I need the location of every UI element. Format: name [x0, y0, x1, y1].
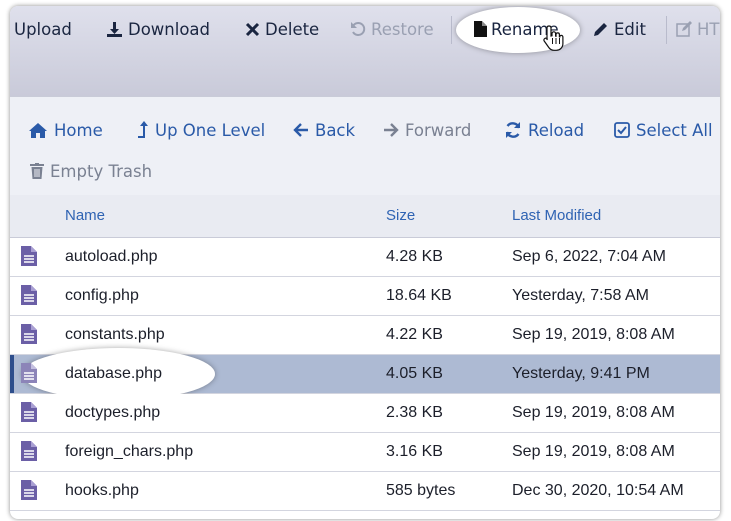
table-row[interactable]: hooks.php 585 bytes Dec 30, 2020, 10:54 … — [10, 472, 720, 511]
level-up-icon — [137, 121, 149, 139]
size-column-header[interactable]: Size — [386, 207, 415, 224]
php-file-icon — [21, 324, 37, 348]
delete-label: Delete — [265, 19, 320, 39]
file-modified: Yesterday, 9:41 PM — [512, 365, 650, 382]
name-column-header[interactable]: Name — [65, 207, 105, 224]
reload-button[interactable]: Reload — [504, 118, 584, 142]
php-file-icon — [21, 363, 37, 387]
file-icon — [474, 21, 487, 37]
edit-button[interactable]: Edit — [593, 17, 646, 41]
file-modified: Sep 19, 2019, 8:08 AM — [512, 443, 675, 460]
file-modified: Sep 19, 2019, 8:08 AM — [512, 404, 675, 421]
php-file-icon — [21, 441, 37, 465]
table-row-selected[interactable]: database.php 4.05 KB Yesterday, 9:41 PM — [10, 348, 720, 400]
file-modified: Sep 6, 2022, 7:04 AM — [512, 248, 666, 265]
file-name: foreign_chars.php — [65, 443, 194, 460]
file-name: doctypes.php — [65, 404, 161, 421]
table-row[interactable]: doctypes.php 2.38 KB Sep 19, 2019, 8:08 … — [10, 394, 720, 433]
reload-label: Reload — [528, 120, 585, 140]
php-file-icon — [21, 285, 37, 309]
pencil-square-icon — [676, 21, 692, 37]
forward-label: Forward — [405, 120, 472, 140]
delete-button[interactable]: Delete — [245, 17, 319, 41]
file-name: hooks.php — [65, 482, 139, 499]
file-size: 4.28 KB — [386, 248, 443, 265]
file-name: config.php — [65, 287, 139, 304]
select-all-button[interactable]: Select All — [614, 118, 713, 142]
back-button[interactable]: Back — [293, 118, 355, 142]
forward-button[interactable]: Forward — [383, 118, 471, 142]
html-editor-button[interactable]: HT — [676, 17, 720, 41]
refresh-icon — [504, 121, 522, 139]
trash-icon — [30, 163, 44, 179]
edit-label: Edit — [614, 19, 646, 39]
php-file-icon — [21, 480, 37, 504]
download-icon — [106, 21, 123, 38]
pencil-icon — [593, 21, 609, 37]
php-file-icon — [21, 402, 37, 426]
selection-indicator — [10, 355, 14, 393]
restore-label: Restore — [371, 19, 434, 39]
navigation-bar: Home Up One Level Back Forward Reload Se… — [10, 96, 720, 196]
up-one-level-button[interactable]: Up One Level — [137, 118, 265, 142]
php-file-icon — [21, 246, 37, 270]
check-square-icon — [614, 122, 630, 138]
file-size: 2.38 KB — [386, 404, 443, 421]
download-button[interactable]: Download — [106, 17, 210, 41]
file-size: 3.16 KB — [386, 443, 443, 460]
html-editor-label: HT — [697, 19, 720, 39]
file-actions-toolbar: Upload Download Delete Restore Rename Ed… — [10, 6, 720, 96]
home-icon — [28, 122, 48, 139]
file-size: 4.05 KB — [386, 365, 443, 382]
upload-label: Upload — [14, 19, 72, 39]
arrow-left-icon — [293, 123, 309, 137]
home-button[interactable]: Home — [28, 118, 103, 142]
undo-icon — [350, 21, 366, 37]
back-label: Back — [315, 120, 356, 140]
file-size: 4.22 KB — [386, 326, 443, 343]
empty-trash-label: Empty Trash — [50, 161, 153, 181]
file-size: 18.64 KB — [386, 287, 452, 304]
x-icon — [245, 22, 260, 37]
file-size: 585 bytes — [386, 482, 456, 499]
last-modified-column-header[interactable]: Last Modified — [512, 207, 601, 224]
file-modified: Dec 30, 2020, 10:54 AM — [512, 482, 684, 499]
file-name: constants.php — [65, 326, 165, 343]
table-row[interactable]: autoload.php 4.28 KB Sep 6, 2022, 7:04 A… — [10, 238, 720, 277]
select-all-label: Select All — [636, 120, 713, 140]
arrow-right-icon — [383, 123, 399, 137]
empty-trash-button[interactable]: Empty Trash — [30, 159, 152, 183]
file-name: autoload.php — [65, 248, 158, 265]
table-row[interactable]: config.php 18.64 KB Yesterday, 7:58 AM — [10, 277, 720, 316]
file-manager-window: Upload Download Delete Restore Rename Ed… — [10, 6, 720, 519]
download-label: Download — [128, 19, 211, 39]
file-modified: Sep 19, 2019, 8:08 AM — [512, 326, 675, 343]
up-one-level-label: Up One Level — [155, 120, 266, 140]
file-name: database.php — [65, 365, 162, 382]
upload-button[interactable]: Upload — [14, 17, 72, 41]
home-label: Home — [54, 120, 103, 140]
hand-pointer-cursor-icon — [543, 24, 565, 56]
table-row[interactable]: foreign_chars.php 3.16 KB Sep 19, 2019, … — [10, 433, 720, 472]
restore-button[interactable]: Restore — [350, 17, 434, 41]
file-modified: Yesterday, 7:58 AM — [512, 287, 649, 304]
file-table: Name Size Last Modified autoload.php 4.2… — [10, 195, 720, 511]
table-header: Name Size Last Modified — [10, 195, 720, 238]
